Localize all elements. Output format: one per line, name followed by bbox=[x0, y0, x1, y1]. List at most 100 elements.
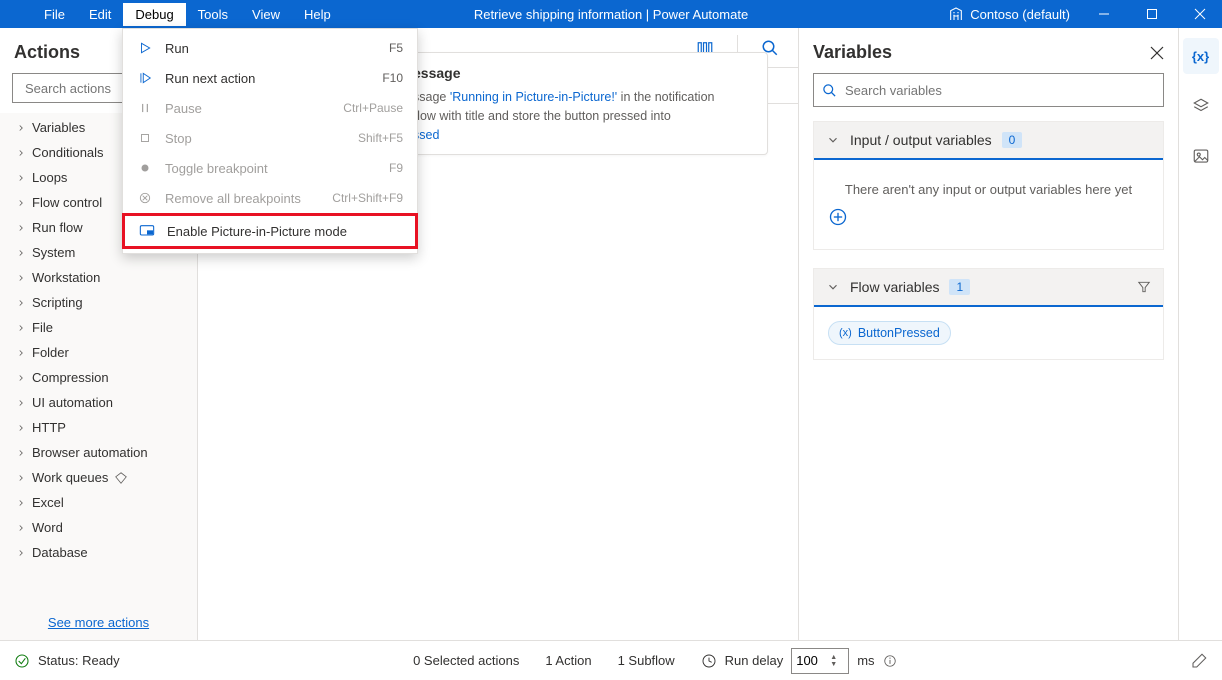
actions-tree-item[interactable]: Browser automation bbox=[0, 440, 197, 465]
actions-tree-item[interactable]: Word bbox=[0, 515, 197, 540]
actions-tree-item[interactable]: Work queues bbox=[0, 465, 197, 490]
flow-variables-header[interactable]: Flow variables 1 bbox=[814, 269, 1163, 307]
chevron-right-icon bbox=[16, 173, 26, 183]
actions-tree-item[interactable]: HTTP bbox=[0, 415, 197, 440]
org-switcher[interactable]: Contoso (default) bbox=[948, 6, 1070, 22]
actions-tree-item[interactable]: Scripting bbox=[0, 290, 197, 315]
debug-menu-enable-picture-in-picture-mode[interactable]: Enable Picture-in-Picture mode bbox=[122, 213, 418, 249]
pip-icon bbox=[139, 223, 155, 239]
actions-tree-item[interactable]: File bbox=[0, 315, 197, 340]
variables-search[interactable] bbox=[813, 73, 1164, 107]
minimize-button[interactable] bbox=[1082, 0, 1126, 28]
variables-search-input[interactable] bbox=[845, 83, 1155, 98]
chevron-down-icon bbox=[826, 280, 840, 294]
actions-tree-item[interactable]: Compression bbox=[0, 365, 197, 390]
menu-item-shortcut: F9 bbox=[389, 161, 403, 175]
run-delay-input[interactable]: ▲▼ bbox=[791, 648, 849, 674]
see-more-actions[interactable]: See more actions bbox=[0, 605, 197, 640]
chevron-down-icon bbox=[826, 133, 840, 147]
close-button[interactable] bbox=[1178, 0, 1222, 28]
variable-chip[interactable]: (x) ButtonPressed bbox=[828, 321, 951, 345]
debug-menu-run[interactable]: RunF5 bbox=[123, 33, 417, 63]
menu-debug[interactable]: Debug bbox=[123, 3, 185, 26]
chevron-right-icon bbox=[16, 398, 26, 408]
chevron-right-icon bbox=[16, 248, 26, 258]
chevron-right-icon bbox=[16, 523, 26, 533]
io-variables-section: Input / output variables 0 There aren't … bbox=[813, 121, 1164, 250]
menu-bar: File Edit Debug Tools View Help bbox=[32, 3, 343, 26]
io-variables-header[interactable]: Input / output variables 0 bbox=[814, 122, 1163, 160]
flow-count-badge: 1 bbox=[949, 279, 970, 295]
run-delay-field[interactable] bbox=[796, 653, 830, 668]
debug-menu-remove-all-breakpoints: Remove all breakpointsCtrl+Shift+F9 bbox=[123, 183, 417, 213]
delay-spinner[interactable]: ▲▼ bbox=[830, 654, 837, 668]
variables-pane: Variables Input / output variables 0 The… bbox=[798, 28, 1178, 640]
action-description: ssage 'Running in Picture-in-Picture!' i… bbox=[413, 88, 753, 144]
actions-tree-item[interactable]: Excel bbox=[0, 490, 197, 515]
tree-item-label: Scripting bbox=[32, 295, 83, 310]
rail-images-button[interactable] bbox=[1183, 138, 1219, 174]
tree-item-label: Compression bbox=[32, 370, 109, 385]
debug-menu-pause: Pause Ctrl+Pause bbox=[123, 93, 417, 123]
menu-file[interactable]: File bbox=[32, 3, 77, 26]
org-name: Contoso (default) bbox=[970, 7, 1070, 22]
eraser-button[interactable] bbox=[1190, 652, 1208, 670]
menu-item-shortcut: Shift+F5 bbox=[358, 131, 403, 145]
pause-icon bbox=[137, 100, 153, 116]
menu-tools[interactable]: Tools bbox=[186, 3, 240, 26]
subflow-count: 1 Subflow bbox=[618, 653, 675, 668]
menu-help[interactable]: Help bbox=[292, 3, 343, 26]
chevron-right-icon bbox=[16, 548, 26, 558]
rail-variables-button[interactable]: {x} bbox=[1183, 38, 1219, 74]
menu-edit[interactable]: Edit bbox=[77, 3, 123, 26]
actions-tree-item[interactable]: Workstation bbox=[0, 265, 197, 290]
tree-item-label: Database bbox=[32, 545, 88, 560]
tree-item-label: Run flow bbox=[32, 220, 83, 235]
status-bar: Status: Ready 0 Selected actions 1 Actio… bbox=[0, 640, 1222, 680]
tree-item-label: Conditionals bbox=[32, 145, 104, 160]
image-icon bbox=[1192, 147, 1210, 165]
actions-tree-item[interactable]: UI automation bbox=[0, 390, 197, 415]
menu-item-label: Enable Picture-in-Picture mode bbox=[167, 224, 389, 239]
add-io-variable-button[interactable] bbox=[828, 207, 1149, 227]
action-title-fragment: essage bbox=[413, 63, 753, 84]
tree-item-label: Browser automation bbox=[32, 445, 148, 460]
maximize-button[interactable] bbox=[1130, 0, 1174, 28]
tree-item-label: Folder bbox=[32, 345, 69, 360]
filter-button[interactable] bbox=[1137, 280, 1151, 294]
debug-menu-run-next-action[interactable]: Run next action F10 bbox=[123, 63, 417, 93]
variables-title: Variables bbox=[813, 42, 892, 63]
filter-icon bbox=[1137, 280, 1151, 294]
message-literal: 'Running in Picture-in-Picture!' bbox=[450, 90, 617, 104]
menu-item-label: Run next action bbox=[165, 71, 370, 86]
rail-stack-button[interactable] bbox=[1183, 88, 1219, 124]
menu-item-shortcut: F10 bbox=[382, 71, 403, 85]
play-icon bbox=[137, 40, 153, 56]
chevron-right-icon bbox=[16, 373, 26, 383]
menu-item-label: Pause bbox=[165, 101, 331, 116]
chevron-right-icon bbox=[16, 198, 26, 208]
chevron-right-icon bbox=[16, 498, 26, 508]
run-delay-label: Run delay bbox=[725, 653, 784, 668]
info-icon[interactable] bbox=[883, 654, 897, 668]
close-variables-button[interactable] bbox=[1150, 46, 1164, 60]
chevron-right-icon bbox=[16, 323, 26, 333]
building-icon bbox=[948, 6, 964, 22]
menu-item-shortcut: Ctrl+Pause bbox=[343, 101, 403, 115]
chevron-right-icon bbox=[16, 473, 26, 483]
selected-count: 0 Selected actions bbox=[413, 653, 519, 668]
flow-action-card[interactable]: essage ssage 'Running in Picture-in-Pict… bbox=[398, 52, 768, 155]
actions-tree-item[interactable]: Folder bbox=[0, 340, 197, 365]
menu-view[interactable]: View bbox=[240, 3, 292, 26]
tree-item-label: Loops bbox=[32, 170, 67, 185]
debug-menu-toggle-breakpoint: Toggle breakpointF9 bbox=[123, 153, 417, 183]
step-icon bbox=[137, 70, 153, 86]
tree-item-label: Word bbox=[32, 520, 63, 535]
actions-tree-item[interactable]: Database bbox=[0, 540, 197, 565]
variable-icon: (x) bbox=[839, 327, 852, 339]
x-bracket-icon: {x} bbox=[1192, 49, 1209, 64]
tree-item-label: UI automation bbox=[32, 395, 113, 410]
action-count: 1 Action bbox=[545, 653, 591, 668]
chevron-right-icon bbox=[16, 448, 26, 458]
clock-icon bbox=[701, 653, 717, 669]
